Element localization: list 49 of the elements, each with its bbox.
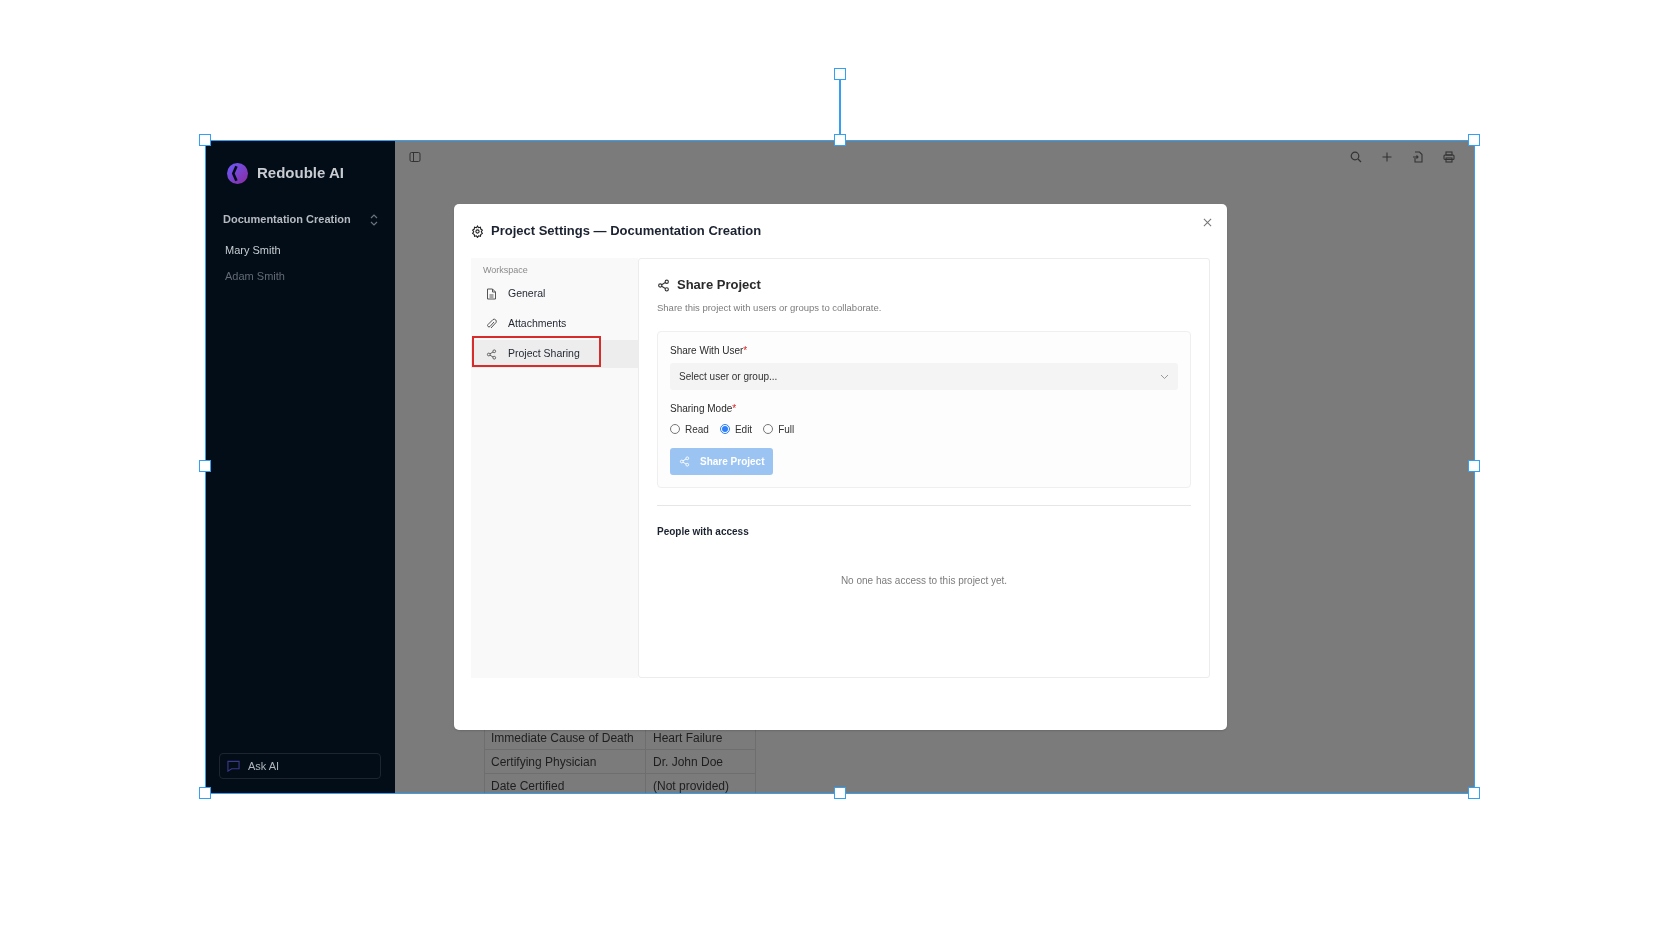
table-cell: Heart Failure [653,731,723,744]
resize-handle[interactable] [1468,134,1480,146]
document-export-icon[interactable] [1412,151,1424,163]
plus-icon[interactable] [1381,151,1393,163]
radio-label[interactable]: Full [778,421,795,437]
settings-icon [471,224,484,238]
resize-handle[interactable] [199,460,211,472]
chevron-updown-icon [369,213,379,226]
field-label: Sharing Mode* [670,402,738,416]
radio-label[interactable]: Edit [734,421,753,437]
resize-handle[interactable] [1468,787,1480,799]
share-icon [657,278,670,292]
resize-handle[interactable] [199,787,211,799]
radio-label[interactable]: Read [685,421,709,437]
table-cell: Certifying Physician [491,755,597,768]
logo-icon [227,162,248,184]
brand-name: Redouble AI [257,163,344,183]
field-label: Share With User* [670,344,749,358]
resize-handle[interactable] [1468,460,1480,472]
document-icon [486,288,497,300]
nav-item[interactable]: Project Sharing [471,340,638,368]
sidebar-item[interactable]: Mary Smith [219,241,381,260]
sidebar-item[interactable]: Adam Smith [219,267,381,286]
table-cell: Immediate Cause of Death [491,731,634,744]
people-heading: People with access [657,525,750,540]
dialog-title: Project Settings — Documentation Creation [491,222,762,241]
sidebar-toggle-icon[interactable] [409,151,421,163]
nav-section-label: Workspace [482,264,529,277]
rotation-handle[interactable] [834,68,846,80]
share-icon [679,456,690,468]
chevron-down-icon [1160,373,1169,380]
print-icon[interactable] [1443,151,1455,163]
resize-handle[interactable] [834,787,846,799]
section-heading: Share Project [677,276,761,295]
table-cell: Date Certified [491,779,565,792]
table-cell: Dr. John Doe [653,755,724,768]
user-select-field[interactable]: Select user or group... [670,363,1178,391]
chat-bubble-icon [227,760,240,772]
project-selector[interactable]: Documentation Creation [219,209,381,230]
table-cell: (Not provided) [653,779,730,792]
empty-state-text: No one has access to this project yet. [839,574,1009,589]
ask-ai-button[interactable]: Ask AI [219,753,381,779]
share-icon [486,348,497,360]
resize-handle[interactable] [199,134,211,146]
paperclip-icon [486,318,497,330]
section-description: Share this project with users or groups to collaborate. [657,301,883,315]
resize-handle[interactable] [834,134,846,146]
close-icon[interactable] [1203,218,1212,227]
search-icon[interactable] [1350,151,1362,163]
